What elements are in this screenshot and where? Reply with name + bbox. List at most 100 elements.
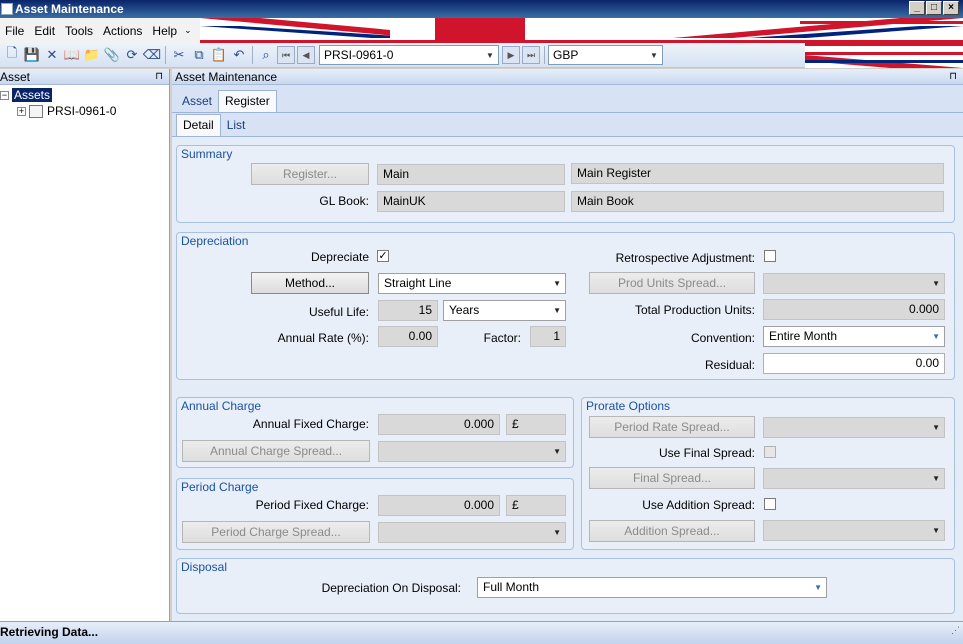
tree-node-label[interactable]: PRSI-0961-0 <box>47 104 116 118</box>
annual-charge-currency-field: £ <box>506 414 566 435</box>
chevron-down-icon: ▼ <box>932 279 940 288</box>
asset-tree-pane: Asset ⊓ − Assets + PRSI-0961-0 <box>0 69 170 621</box>
final-spread-button[interactable]: Final Spread... <box>589 467 755 489</box>
paste-icon[interactable]: 📋 <box>209 45 229 65</box>
menu-overflow-icon[interactable]: ⌄ <box>184 25 192 36</box>
menu-bar: File Edit Tools Actions Help ⌄ <box>0 18 200 43</box>
tree-node-asset[interactable]: + PRSI-0961-0 <box>0 103 169 119</box>
summary-group: Summary Register... Main Main Register G… <box>176 145 955 223</box>
minimize-button[interactable]: _ <box>909 1 925 15</box>
tab-list[interactable]: List <box>221 115 252 136</box>
period-fixed-charge-field[interactable]: 0.000 <box>378 495 500 516</box>
refresh-icon[interactable]: ⟳ <box>122 45 142 65</box>
last-record-icon[interactable]: ⏭ <box>522 46 540 64</box>
copy-icon[interactable]: ⧉ <box>189 45 209 65</box>
expand-icon[interactable]: + <box>17 106 26 116</box>
toolbar-separator <box>165 46 166 64</box>
currency-selector[interactable]: GBP ▼ <box>548 45 663 65</box>
annual-charge-spread-select[interactable]: ▼ <box>378 441 566 462</box>
first-record-icon[interactable]: ⏮ <box>277 46 295 64</box>
tab-asset[interactable]: Asset <box>176 91 218 112</box>
previous-record-icon[interactable]: ◀ <box>297 46 315 64</box>
summary-title: Summary <box>181 147 233 161</box>
prod-units-spread-select[interactable]: ▼ <box>763 273 945 294</box>
useful-life-label: Useful Life: <box>308 305 369 319</box>
undo-icon[interactable]: ↶ <box>229 45 249 65</box>
tab-detail[interactable]: Detail <box>176 114 221 136</box>
factor-label: Factor: <box>483 331 521 345</box>
tree-node-assets[interactable]: − Assets <box>0 87 169 103</box>
new-icon[interactable]: 🗋 <box>2 45 22 65</box>
find-icon[interactable]: ⌕ <box>256 45 276 65</box>
status-bar: Retrieving Data... ⋰ <box>0 621 963 644</box>
tab-register[interactable]: Register <box>218 90 277 112</box>
main-toolbar: 🗋 💾 ✕ 📖 📁 📎 ⟳ ⌫ ✂ ⧉ 📋 ↶ ⌕ ⏮ ◀ PRSI-0961-… <box>0 43 805 68</box>
useful-life-field[interactable]: 15 <box>378 300 438 321</box>
tree-node-label[interactable]: Assets <box>12 88 53 102</box>
save-icon[interactable]: 💾 <box>22 45 42 65</box>
prorate-options-title: Prorate Options <box>586 399 671 413</box>
toolbar-separator <box>544 46 545 64</box>
depreciation-on-disposal-label: Depreciation On Disposal: <box>321 581 461 595</box>
period-charge-spread-button[interactable]: Period Charge Spread... <box>182 521 370 543</box>
register-button[interactable]: Register... <box>251 163 369 185</box>
menu-help[interactable]: Help <box>147 24 182 38</box>
period-rate-spread-select[interactable]: ▼ <box>763 417 945 438</box>
annual-rate-label: Annual Rate (%): <box>277 331 369 345</box>
period-charge-spread-select[interactable]: ▼ <box>378 522 566 543</box>
annual-charge-spread-button[interactable]: Annual Charge Spread... <box>182 440 370 462</box>
period-charge-group: Period Charge Period Fixed Charge: 0.000… <box>176 478 574 550</box>
annual-charge-title: Annual Charge <box>181 399 262 413</box>
use-final-spread-checkbox[interactable] <box>764 446 776 458</box>
depreciation-on-disposal-select[interactable]: Full Month ▼ <box>477 577 827 598</box>
depreciation-title: Depreciation <box>181 234 249 248</box>
menu-actions[interactable]: Actions <box>98 24 147 38</box>
next-record-icon[interactable]: ▶ <box>502 46 520 64</box>
prod-units-spread-button[interactable]: Prod Units Spread... <box>589 272 755 294</box>
annual-fixed-charge-field[interactable]: 0.000 <box>378 414 500 435</box>
pin-icon[interactable]: ⊓ <box>155 69 163 85</box>
resize-grip-icon[interactable]: ⋰ <box>951 620 960 641</box>
useful-life-unit-select[interactable]: Years ▼ <box>443 300 566 321</box>
chevron-down-icon: ▼ <box>553 279 561 288</box>
total-production-units-field[interactable]: 0.000 <box>763 299 945 320</box>
eraser-icon[interactable]: ⌫ <box>142 45 162 65</box>
attach-icon[interactable]: 📎 <box>102 45 122 65</box>
retrospective-label: Retrospective Adjustment: <box>615 251 755 265</box>
annual-rate-field[interactable]: 0.00 <box>378 326 438 347</box>
total-production-units-label: Total Production Units: <box>634 303 755 317</box>
cut-icon[interactable]: ✂ <box>169 45 189 65</box>
menu-edit[interactable]: Edit <box>29 24 60 38</box>
maximize-button[interactable]: □ <box>926 1 942 15</box>
chevron-down-icon: ▼ <box>650 50 658 60</box>
addition-spread-button[interactable]: Addition Spread... <box>589 520 755 542</box>
final-spread-select[interactable]: ▼ <box>763 468 945 489</box>
use-addition-spread-checkbox[interactable] <box>764 498 776 510</box>
main-tabs: Asset Register <box>172 85 963 113</box>
collapse-icon[interactable]: − <box>0 90 9 100</box>
method-select[interactable]: Straight Line ▼ <box>378 273 566 294</box>
addition-spread-select[interactable]: ▼ <box>763 520 945 541</box>
delete-icon[interactable]: ✕ <box>42 45 62 65</box>
method-button[interactable]: Method... <box>251 272 369 294</box>
gl-book-code-field: MainUK <box>377 191 565 212</box>
chevron-down-icon: ▼ <box>486 50 494 60</box>
depreciate-checkbox[interactable]: ✓ <box>377 250 389 262</box>
record-selector[interactable]: PRSI-0961-0 ▼ <box>319 45 499 65</box>
folder-icon[interactable]: 📁 <box>82 45 102 65</box>
menu-file[interactable]: File <box>0 24 29 38</box>
retrospective-checkbox[interactable] <box>764 250 776 262</box>
book-icon[interactable]: 📖 <box>62 45 82 65</box>
asset-maintenance-pane: Asset Maintenance ⊓ Asset Register Detai… <box>172 69 963 621</box>
window-title: Asset Maintenance <box>15 2 124 16</box>
factor-field[interactable]: 1 <box>530 326 566 347</box>
pin-icon[interactable]: ⊓ <box>949 69 957 85</box>
residual-field[interactable]: 0.00 <box>763 353 945 374</box>
convention-select[interactable]: Entire Month ▼ <box>763 326 945 347</box>
menu-tools[interactable]: Tools <box>60 24 98 38</box>
chevron-down-icon: ▼ <box>553 528 561 537</box>
period-rate-spread-button[interactable]: Period Rate Spread... <box>589 416 755 438</box>
close-button[interactable]: × <box>943 1 959 15</box>
use-addition-spread-label: Use Addition Spread: <box>642 498 755 512</box>
chevron-down-icon: ▼ <box>932 526 940 535</box>
